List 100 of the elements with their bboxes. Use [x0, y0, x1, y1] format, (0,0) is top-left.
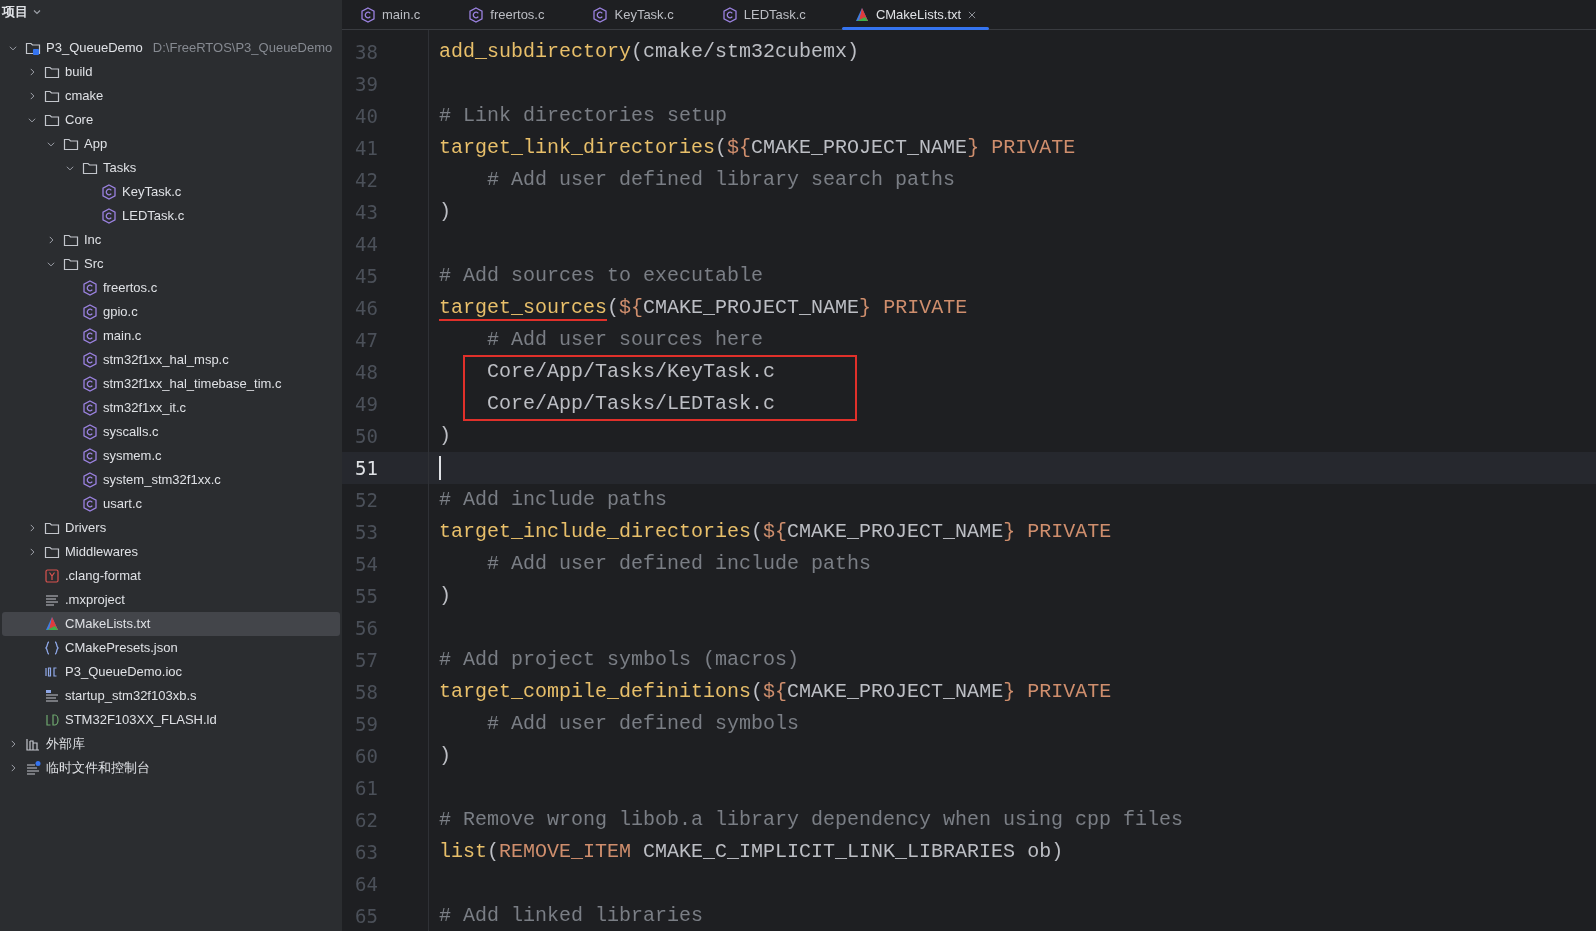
- tree-item[interactable]: build: [2, 60, 340, 84]
- tree-item[interactable]: gpio.c: [2, 300, 340, 324]
- c-file-icon: [82, 472, 98, 488]
- tree-item[interactable]: stm32f1xx_hal_timebase_tim.c: [2, 372, 340, 396]
- code-line: # Add user defined library search paths: [486, 167, 956, 193]
- item-label: gpio.c: [103, 303, 138, 322]
- item-label: .clang-format: [65, 567, 141, 586]
- tree-item[interactable]: .mxproject: [2, 588, 340, 612]
- ld-file-icon: [44, 712, 60, 728]
- tree-item[interactable]: Core: [2, 108, 340, 132]
- code-line: ): [439, 583, 451, 609]
- tree-item[interactable]: Drivers: [2, 516, 340, 540]
- path-hint: D:\FreeRTOS\P3_QueueDemo: [152, 39, 333, 58]
- code-line: ): [439, 743, 451, 769]
- c-file-icon: [82, 352, 98, 368]
- tree-item[interactable]: stm32f1xx_it.c: [2, 396, 340, 420]
- chevron-right-icon: [27, 547, 37, 557]
- code-line: # Link directories setup: [439, 103, 728, 129]
- folder-icon: [44, 520, 60, 536]
- item-label: startup_stm32f103xb.s: [65, 687, 197, 706]
- code-editor[interactable]: [342, 30, 1596, 931]
- item-label: P3_QueueDemo: [46, 39, 143, 58]
- folder-icon: [44, 112, 60, 128]
- tree-item[interactable]: Inc: [2, 228, 340, 252]
- c-file-icon: [101, 208, 117, 224]
- tree-item[interactable]: 外部库: [2, 732, 340, 756]
- tree-item[interactable]: stm32f1xx_hal_msp.c: [2, 348, 340, 372]
- c-file-icon: [82, 424, 98, 440]
- item-label: 临时文件和控制台: [46, 759, 150, 778]
- chevron-down-icon[interactable]: [32, 7, 42, 17]
- code-line: Core/App/Tasks/KeyTask.c: [486, 359, 776, 385]
- tree-item[interactable]: usart.c: [2, 492, 340, 516]
- chevron-down-icon: [46, 139, 56, 149]
- tree-item[interactable]: CMakeLists.txt: [2, 612, 340, 636]
- item-label: LEDTask.c: [122, 207, 185, 226]
- item-label: STM32F103XX_FLASH.ld: [65, 711, 217, 730]
- tree-item[interactable]: LEDTask.c: [2, 204, 340, 228]
- chevron-down-icon: [46, 259, 56, 269]
- tree-item[interactable]: freertos.c: [2, 276, 340, 300]
- tree-item[interactable]: syscalls.c: [2, 420, 340, 444]
- tree-item[interactable]: cmake: [2, 84, 340, 108]
- c-file-icon: [360, 6, 376, 23]
- folder-icon: [44, 64, 60, 80]
- braces-icon: [44, 640, 60, 656]
- tree-item[interactable]: startup_stm32f103xb.s: [2, 684, 340, 708]
- tree-item[interactable]: Tasks: [2, 156, 340, 180]
- c-file-icon: [82, 376, 98, 392]
- tree-item[interactable]: sysmem.c: [2, 444, 340, 468]
- code-line: # Add sources to executable: [439, 263, 764, 289]
- code-line: # Add user sources here: [486, 327, 764, 353]
- editor-tab[interactable]: KeyTask.c: [580, 0, 686, 29]
- folder-icon: [63, 136, 79, 152]
- editor-tab[interactable]: CMakeLists.txt: [841, 0, 990, 29]
- c-file-icon: [82, 496, 98, 512]
- item-label: .mxproject: [65, 591, 125, 610]
- tree-item[interactable]: 临时文件和控制台: [2, 756, 340, 780]
- code-line: # Remove wrong libob.a library dependency when using cpp files: [439, 807, 1184, 833]
- code-line: target_compile_definitions(${CMAKE_PROJECT_NAME} PRIVATE: [439, 679, 1112, 705]
- chevron-right-icon: [8, 739, 18, 749]
- item-label: cmake: [65, 87, 104, 106]
- text-cursor: [439, 456, 441, 480]
- tree-item[interactable]: .clang-format: [2, 564, 340, 588]
- chevron-down-icon: [8, 43, 18, 53]
- editor-tab[interactable]: freertos.c: [456, 0, 557, 29]
- c-file-icon: [82, 400, 98, 416]
- item-label: CMakePresets.json: [65, 639, 178, 658]
- item-label: KeyTask.c: [122, 183, 182, 202]
- c-file-icon: [82, 304, 98, 320]
- folder-icon: [82, 160, 98, 176]
- code-line: # Add project symbols (macros): [439, 647, 800, 673]
- folder-icon: [44, 88, 60, 104]
- code-line: # Add include paths: [439, 487, 668, 513]
- tree-item[interactable]: P3_QueueDemo D:\FreeRTOS\P3_QueueDemo: [2, 36, 340, 60]
- tree-item[interactable]: main.c: [2, 324, 340, 348]
- tree-item[interactable]: Src: [2, 252, 340, 276]
- tree-item[interactable]: CMakePresets.json: [2, 636, 340, 660]
- item-label: sysmem.c: [103, 447, 162, 466]
- tree-item[interactable]: system_stm32f1xx.c: [2, 468, 340, 492]
- item-label: freertos.c: [103, 279, 158, 298]
- tree-item[interactable]: App: [2, 132, 340, 156]
- tree-item[interactable]: P3_QueueDemo.ioc: [2, 660, 340, 684]
- editor-tab[interactable]: LEDTask.c: [709, 0, 818, 29]
- c-file-icon: [82, 328, 98, 344]
- item-label: CMakeLists.txt: [65, 615, 151, 634]
- editor-tab[interactable]: main.c: [348, 0, 433, 29]
- tree-item[interactable]: KeyTask.c: [2, 180, 340, 204]
- chevron-right-icon: [27, 523, 37, 533]
- tree-item[interactable]: Middlewares: [2, 540, 340, 564]
- item-label: main.c: [103, 327, 142, 346]
- close-icon[interactable]: [967, 9, 978, 20]
- item-label: build: [65, 63, 93, 82]
- c-file-icon: [592, 6, 609, 23]
- item-label: stm32f1xx_hal_msp.c: [103, 351, 229, 370]
- folder-icon: [63, 256, 79, 272]
- panel-title[interactable]: 项目: [2, 2, 28, 22]
- code-line: target_sources(${CMAKE_PROJECT_NAME} PRIVATE: [439, 295, 968, 323]
- y-file-icon: [44, 568, 60, 584]
- code-line: Core/App/Tasks/LEDTask.c: [486, 391, 776, 417]
- item-label: Src: [84, 255, 104, 274]
- tree-item[interactable]: STM32F103XX_FLASH.ld: [2, 708, 340, 732]
